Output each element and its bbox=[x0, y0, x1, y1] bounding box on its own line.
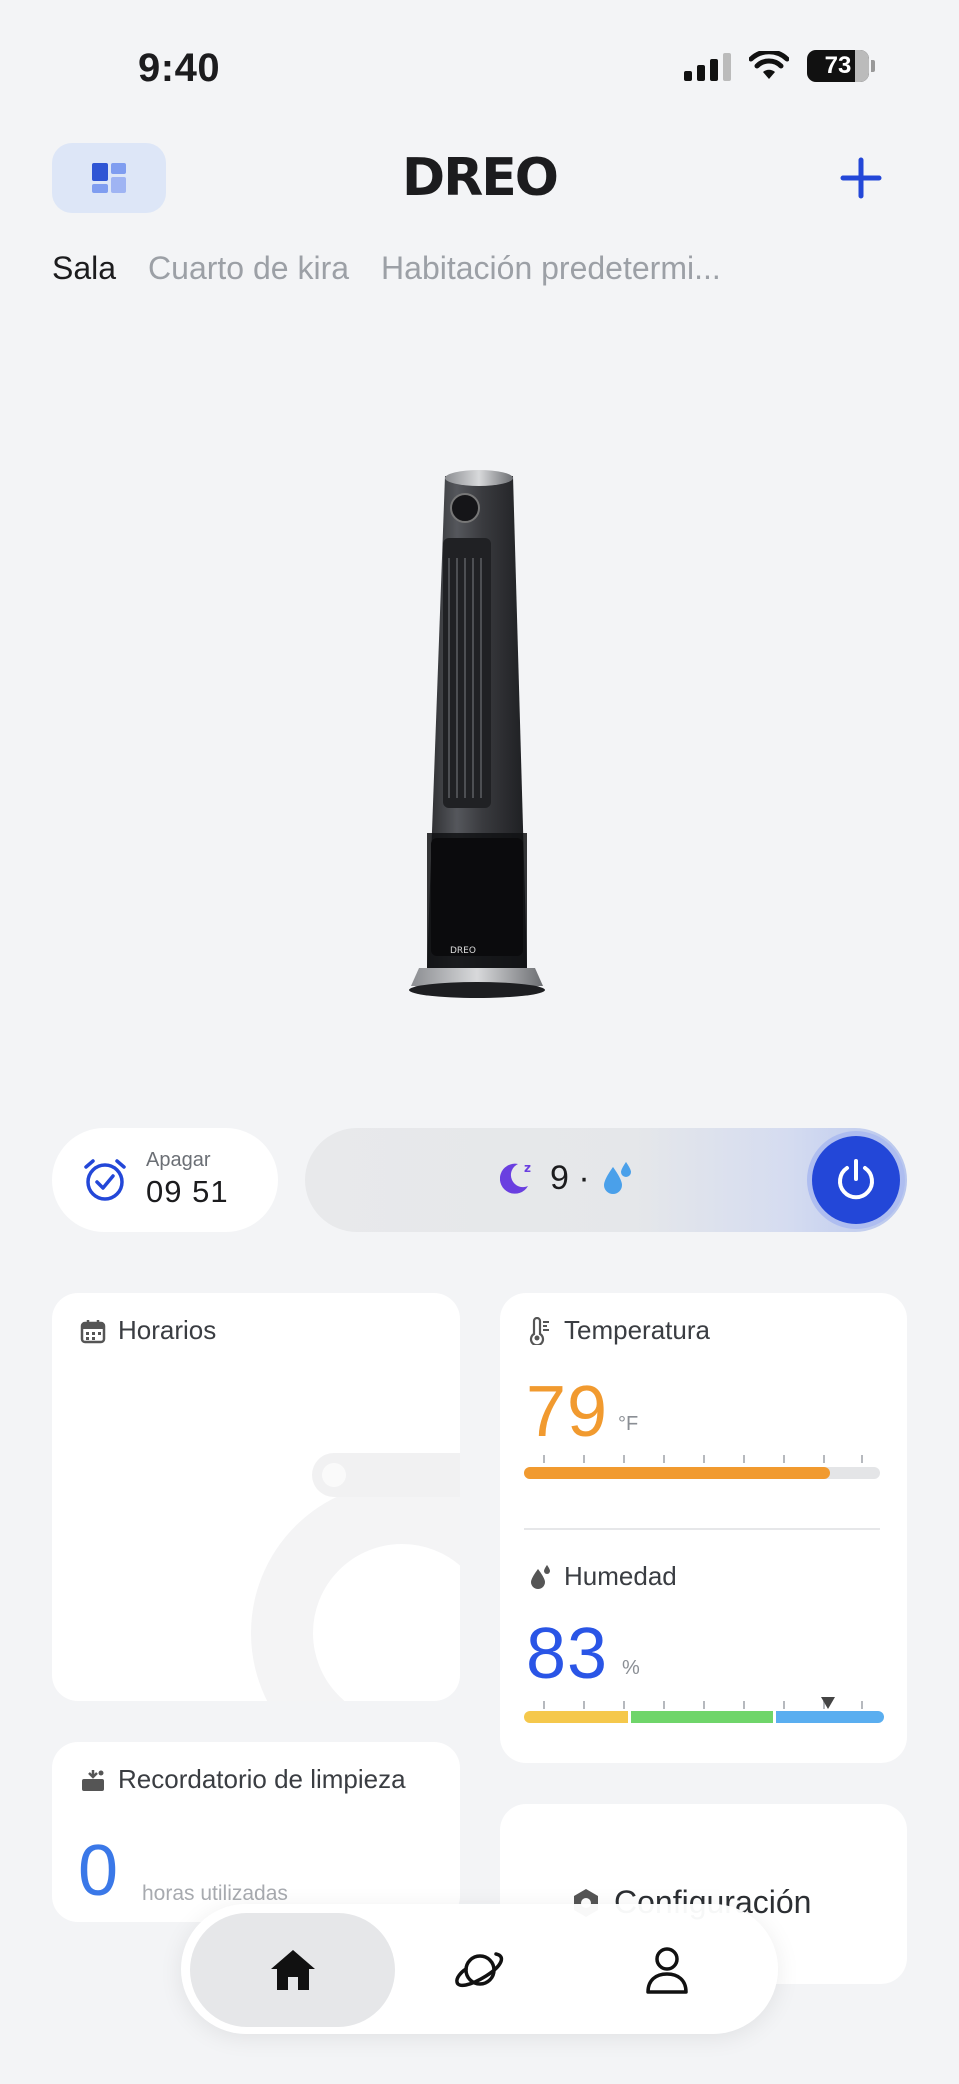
planet-icon bbox=[455, 1952, 504, 1988]
humidity-label: Humedad bbox=[564, 1561, 677, 1591]
temperature-ticks bbox=[543, 1455, 863, 1465]
humidity-ticks bbox=[543, 1701, 863, 1711]
water-drop-icon bbox=[603, 1162, 631, 1194]
card-divider bbox=[524, 1528, 880, 1530]
temperature-title: Temperatura bbox=[528, 1315, 710, 1346]
status-time: 9:40 bbox=[138, 46, 221, 90]
humidity-title: Humedad bbox=[528, 1561, 677, 1592]
cleaning-reminder-card[interactable]: Recordatorio de limpieza 0 horas utiliza… bbox=[52, 1742, 460, 1922]
status-icons: 73 bbox=[684, 50, 875, 82]
nav-explore[interactable] bbox=[440, 1930, 520, 2010]
signal-icon bbox=[684, 51, 731, 81]
humidity-segment-high bbox=[776, 1711, 884, 1723]
humidity-unit: % bbox=[622, 1657, 640, 1679]
thermometer-icon bbox=[529, 1316, 549, 1345]
tab-habitacion-predeterminada[interactable]: Habitación predetermi... bbox=[381, 250, 721, 287]
power-icon bbox=[838, 1159, 874, 1200]
humidity-marker-icon bbox=[821, 1697, 836, 1709]
wifi-icon bbox=[749, 51, 789, 79]
cleaning-title: Recordatorio de limpieza bbox=[80, 1764, 406, 1795]
calendar-icon bbox=[80, 1319, 106, 1343]
timer-label: Apagar bbox=[146, 1149, 211, 1171]
timer-pill[interactable]: Apagar 09 51 bbox=[52, 1128, 278, 1232]
temperature-value: 79 bbox=[526, 1372, 609, 1452]
temperature-unit: °F bbox=[618, 1413, 639, 1435]
svg-text:DREO: DREO bbox=[450, 946, 476, 956]
battery-icon: 73 bbox=[807, 50, 875, 82]
cleaning-label: Recordatorio de limpieza bbox=[118, 1764, 406, 1794]
svg-text:z: z bbox=[524, 1161, 531, 1175]
app-logo: DREO bbox=[402, 148, 559, 208]
schedule-label: Horarios bbox=[118, 1315, 217, 1345]
add-device-button[interactable] bbox=[833, 150, 889, 206]
fan-speed: 9 · bbox=[550, 1158, 590, 1197]
schedule-card[interactable]: Horarios bbox=[52, 1293, 460, 1701]
mode-info: z 9 · bbox=[500, 1158, 634, 1198]
schedule-title: Horarios bbox=[80, 1315, 216, 1346]
nav-home[interactable] bbox=[190, 1913, 395, 2027]
humidity-value: 83 bbox=[526, 1614, 609, 1694]
cleaning-hours-value: 0 bbox=[78, 1831, 120, 1911]
tab-cuarto-de-kira[interactable]: Cuarto de kira bbox=[148, 250, 349, 287]
humidity-drop-icon bbox=[531, 1564, 550, 1589]
humidity-scale bbox=[524, 1711, 884, 1723]
temperature-track bbox=[524, 1467, 880, 1479]
home-icon bbox=[270, 1950, 315, 1990]
nav-profile[interactable] bbox=[627, 1930, 707, 2010]
power-button[interactable] bbox=[812, 1136, 900, 1224]
climate-card[interactable]: Temperatura 79 °F Humedad 83 % bbox=[500, 1293, 907, 1763]
temperature-label: Temperatura bbox=[564, 1315, 710, 1345]
cleaning-hours-unit: horas utilizadas bbox=[142, 1882, 288, 1905]
tab-sala[interactable]: Sala bbox=[52, 250, 116, 287]
humidity-segment-ideal bbox=[631, 1711, 773, 1723]
humidity-segment-low bbox=[524, 1711, 628, 1723]
tower-fan-image[interactable]: DREO bbox=[405, 468, 555, 1008]
moon-sleep-icon: z bbox=[500, 1161, 531, 1194]
temperature-fill bbox=[524, 1467, 831, 1479]
plus-icon bbox=[840, 157, 882, 199]
room-tabs: Sala Cuarto de kira Habitación predeterm… bbox=[52, 250, 721, 287]
profile-icon bbox=[646, 1947, 688, 1994]
cleaning-icon bbox=[82, 1769, 104, 1791]
schedule-watermark-icon bbox=[251, 1453, 460, 1701]
battery-level: 73 bbox=[824, 52, 852, 79]
alarm-clock-icon bbox=[84, 1159, 126, 1201]
timer-value: 09 51 bbox=[146, 1174, 229, 1209]
